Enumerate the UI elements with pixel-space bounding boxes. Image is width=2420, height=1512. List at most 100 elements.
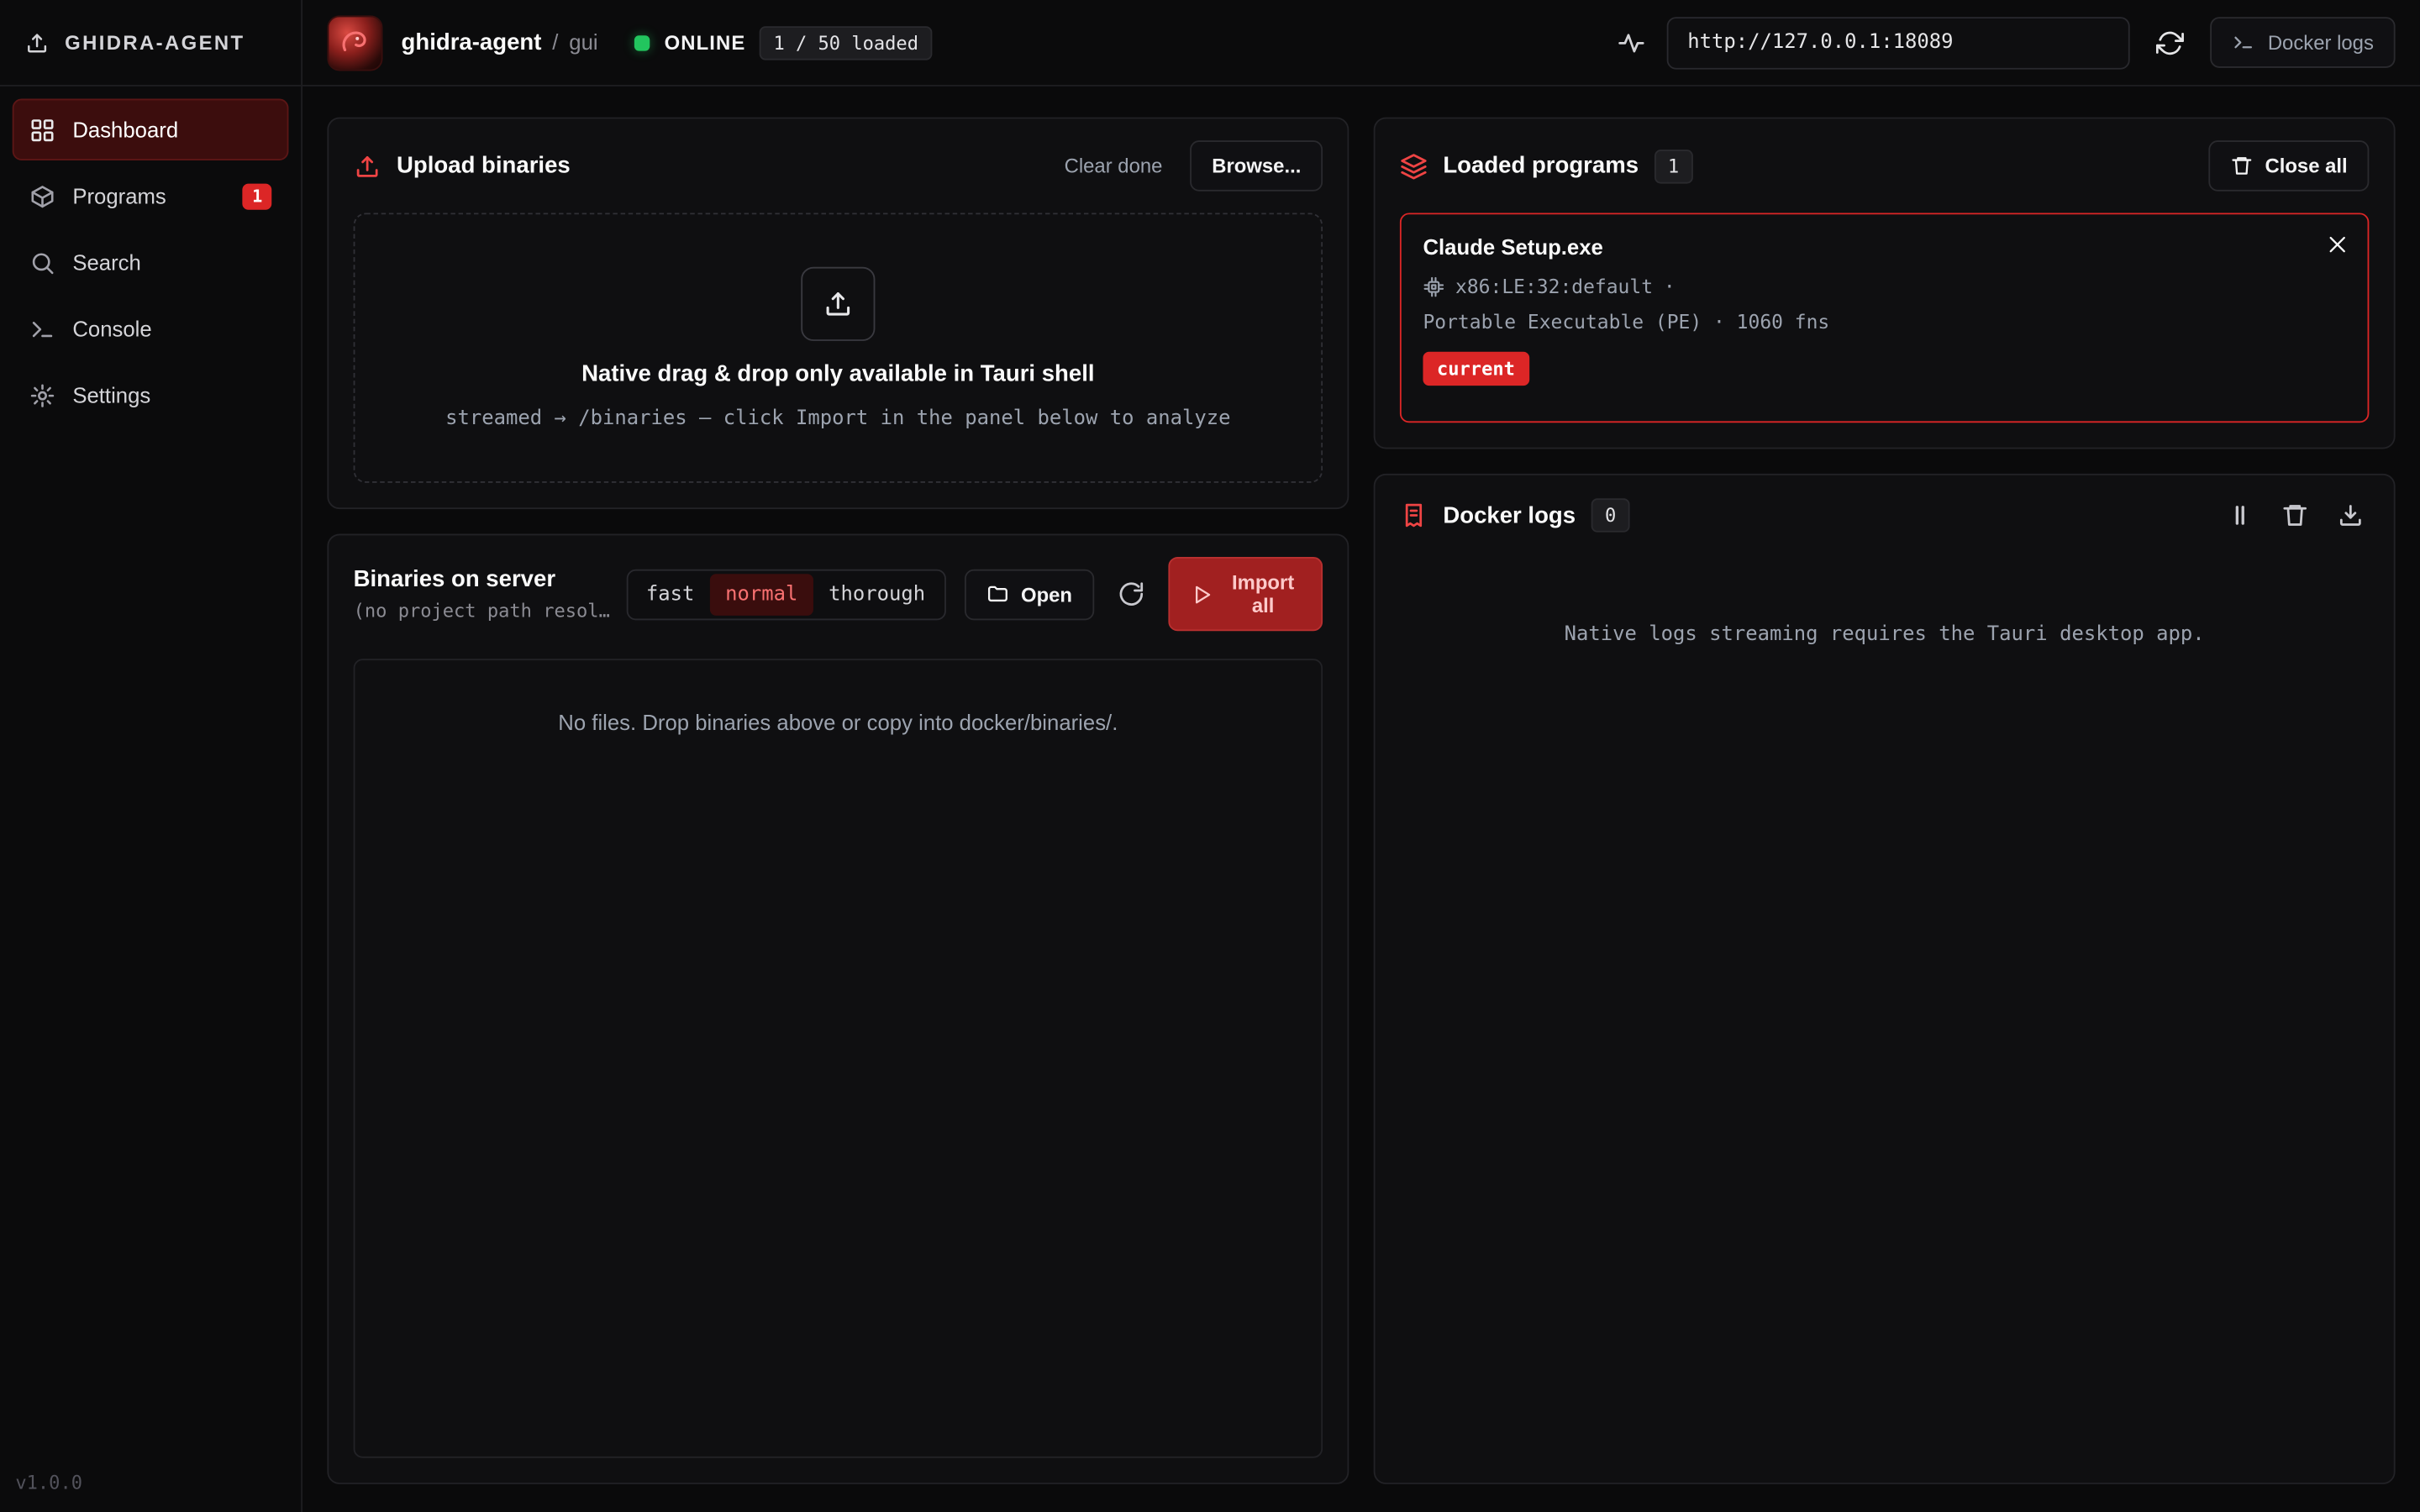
sidebar-item-console[interactable]: Console	[13, 297, 289, 359]
program-name: Claude Setup.exe	[1423, 234, 2345, 259]
status-group: ONLINE 1 / 50 loaded	[635, 25, 933, 59]
topbar: ghidra-agent / gui ONLINE 1 / 50 loaded	[302, 0, 2420, 87]
sidebar-item-label: Settings	[72, 383, 150, 407]
close-all-button[interactable]: Close all	[2207, 140, 2369, 192]
loaded-programs-count-chip: 1	[1654, 149, 1692, 182]
docker-logs-count-chip: 0	[1591, 498, 1629, 532]
upload-card-title: Upload binaries	[397, 153, 571, 179]
sidebar-item-search[interactable]: Search	[13, 232, 289, 293]
upload-card-header: Upload binaries Clear done Browse...	[329, 118, 1347, 213]
sidebar: GHIDRA-AGENT Dashboard Programs 1 Search…	[0, 0, 302, 1512]
close-icon	[2326, 233, 2349, 256]
programs-count-badge: 1	[243, 183, 271, 209]
package-icon	[29, 183, 55, 209]
docker-logs-card: Docker logs 0	[1374, 474, 2396, 1484]
title-separator: /	[552, 29, 558, 54]
open-button-label: Open	[1021, 582, 1072, 606]
search-icon	[29, 249, 55, 276]
binaries-on-server-card: Binaries on server (no project path reso…	[327, 534, 1349, 1484]
dropzone-icon-box	[801, 266, 875, 340]
upload-card-actions: Clear done Browse...	[1055, 140, 1323, 192]
dashboard-content: Upload binaries Clear done Browse... Nat…	[302, 87, 2420, 1512]
left-column: Upload binaries Clear done Browse... Nat…	[327, 118, 1349, 1484]
browse-button[interactable]: Browse...	[1190, 140, 1323, 192]
docker-logs-button-label: Docker logs	[2268, 31, 2374, 55]
clear-logs-button[interactable]	[2276, 496, 2313, 533]
import-all-button[interactable]: Import all	[1168, 557, 1323, 631]
sidebar-item-dashboard[interactable]: Dashboard	[13, 99, 289, 160]
dropzone-hint: streamed → /binaries — click Import in t…	[445, 407, 1230, 430]
sidebar-item-settings[interactable]: Settings	[13, 364, 289, 425]
terminal-prompt-icon	[2233, 31, 2256, 55]
loaded-program-item[interactable]: Claude Setup.exe x86:LE:32:default · Por…	[1400, 213, 2369, 423]
sidebar-item-label: Dashboard	[72, 118, 178, 142]
loaded-programs-header: Loaded programs 1 Close all	[1376, 118, 2394, 213]
upload-icon	[354, 152, 381, 180]
terminal-icon	[29, 316, 55, 342]
trash-icon	[2229, 155, 2253, 178]
brand-label: GHIDRA-AGENT	[65, 31, 245, 55]
dashboard-grid-icon	[29, 117, 55, 143]
mode-thorough-button[interactable]: thorough	[813, 573, 941, 615]
refresh-icon	[2157, 29, 2185, 56]
close-program-button[interactable]	[2323, 230, 2352, 260]
layers-icon	[1400, 152, 1428, 180]
loaded-programs-actions: Close all	[2207, 140, 2369, 192]
import-all-button-label: Import all	[1225, 571, 1301, 617]
cpu-icon	[1423, 276, 1444, 297]
mode-fast-button[interactable]: fast	[630, 573, 709, 615]
download-icon	[2337, 501, 2365, 529]
binaries-card-title: Binaries on server	[354, 566, 611, 592]
binaries-card-heading: Binaries on server (no project path reso…	[354, 566, 611, 622]
program-details: Portable Executable (PE) · 1060 fns	[1423, 310, 1829, 333]
analysis-mode-segmented-control: fast normal thorough	[626, 569, 945, 620]
refresh-button[interactable]	[2152, 24, 2189, 60]
app-window: GHIDRA-AGENT Dashboard Programs 1 Search…	[0, 0, 2420, 1512]
current-program-badge: current	[1423, 352, 1528, 386]
docker-logs-button[interactable]: Docker logs	[2211, 17, 2396, 68]
program-arch: x86:LE:32:default	[1455, 275, 1653, 298]
app-title: ghidra-agent	[402, 29, 542, 55]
folder-icon	[986, 582, 1009, 606]
online-status-label: ONLINE	[665, 31, 746, 55]
binaries-card-subtitle: (no project path resolv…	[354, 600, 611, 622]
trash-icon	[2281, 501, 2309, 529]
mode-normal-button[interactable]: normal	[710, 573, 813, 615]
upload-tray-icon	[823, 288, 854, 319]
topbar-right: Docker logs	[1618, 16, 2396, 68]
online-status-dot	[635, 34, 650, 50]
endpoint-url-input[interactable]	[1667, 16, 2130, 68]
page-title: ghidra-agent / gui	[402, 29, 598, 55]
open-folder-button[interactable]: Open	[964, 569, 1094, 620]
upload-dropzone[interactable]: Native drag & drop only available in Tau…	[354, 213, 1323, 482]
upload-binaries-card: Upload binaries Clear done Browse... Nat…	[327, 118, 1349, 510]
binaries-card-header: Binaries on server (no project path reso…	[329, 535, 1347, 653]
main-area: ghidra-agent / gui ONLINE 1 / 50 loaded	[302, 0, 2420, 1512]
pause-icon	[2226, 501, 2254, 529]
download-logs-button[interactable]	[2332, 496, 2369, 533]
docker-logs-actions	[2221, 496, 2369, 533]
dragon-logo-icon	[335, 23, 376, 63]
clear-done-button[interactable]: Clear done	[1055, 148, 1172, 183]
loaded-programs-card: Loaded programs 1 Close all Claude Setup…	[1374, 118, 2396, 449]
app-subtitle: gui	[569, 29, 597, 54]
app-version: v1.0.0	[0, 1453, 301, 1512]
sidebar-item-label: Programs	[72, 184, 166, 208]
upload-brand-icon	[24, 30, 49, 55]
refresh-binaries-button[interactable]	[1113, 575, 1150, 612]
program-arch-dot: ·	[1664, 275, 1676, 298]
program-arch-row: x86:LE:32:default ·	[1423, 275, 2345, 298]
activity-pulse-icon	[1618, 29, 1646, 56]
sidebar-item-label: Search	[72, 250, 140, 275]
right-column: Loaded programs 1 Close all Claude Setup…	[1374, 118, 2396, 1484]
dropzone-title: Native drag & drop only available in Tau…	[581, 360, 1094, 386]
sidebar-nav: Dashboard Programs 1 Search Console Sett…	[0, 87, 301, 1453]
app-logo-avatar	[327, 14, 382, 70]
docker-logs-title: Docker logs	[1443, 502, 1576, 528]
loaded-count-chip: 1 / 50 loaded	[760, 25, 933, 59]
close-all-button-label: Close all	[2265, 155, 2347, 178]
gear-icon	[29, 382, 55, 408]
sidebar-item-programs[interactable]: Programs 1	[13, 165, 289, 227]
pause-logs-button[interactable]	[2221, 496, 2258, 533]
binaries-empty-state: No files. Drop binaries above or copy in…	[354, 659, 1323, 1457]
